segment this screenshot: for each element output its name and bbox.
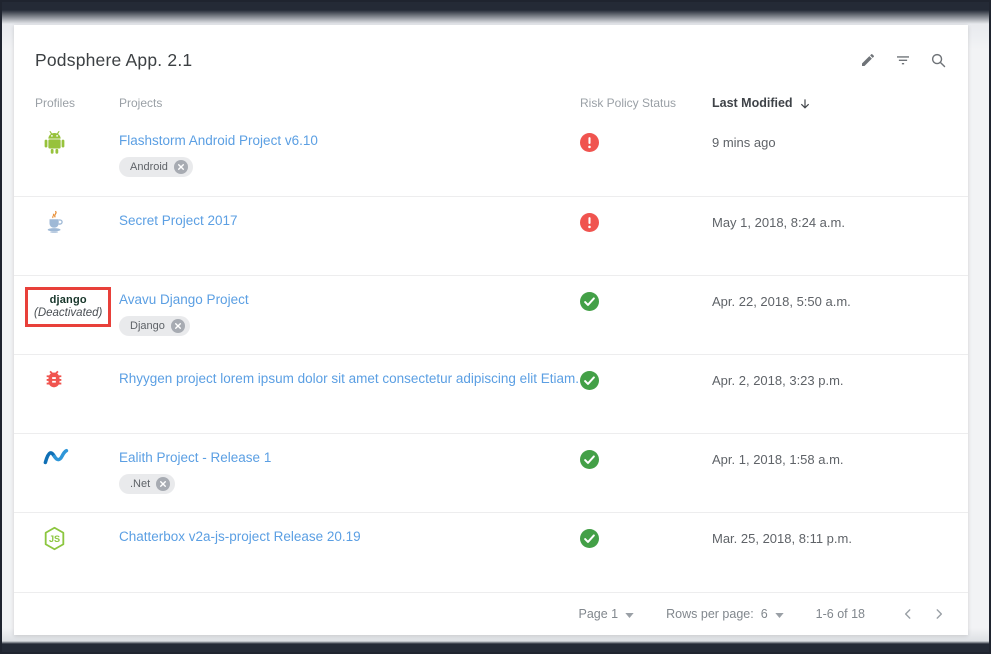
rows-per-page-value: 6 (761, 607, 768, 621)
risk-ok-icon (580, 529, 599, 548)
tag-chip: Django (119, 316, 190, 336)
tag-remove-icon[interactable] (174, 160, 188, 174)
table-row: django (Deactivated) Avavu Django Projec… (14, 275, 968, 354)
tag-label: .Net (130, 478, 150, 490)
column-header-projects: Projects (119, 96, 580, 110)
table-header: Profiles Projects Risk Policy Status Las… (14, 89, 968, 117)
table-row: Secret Project 2017 May 1, 2018, 8:24 a.… (14, 196, 968, 275)
django-logo-text: django (34, 294, 102, 306)
risk-ok-icon (580, 450, 599, 469)
app-window: Podsphere App. 2.1 Profiles Projects Ris… (0, 0, 991, 654)
profile-cell (35, 197, 119, 275)
table-row: Ealith Project - Release 1 .Net Apr. 1, … (14, 433, 968, 512)
tag-chip: Android (119, 157, 193, 177)
dotnet-icon (43, 447, 70, 466)
table-row: JS Chatterbox v2a-js-project Release 20.… (14, 512, 968, 591)
profile-cell (35, 434, 119, 512)
risk-ok-icon (580, 371, 599, 390)
projects-card: Podsphere App. 2.1 Profiles Projects Ris… (14, 25, 968, 635)
modified-cell: May 1, 2018, 8:24 a.m. (712, 197, 947, 275)
previous-page-button[interactable] (901, 607, 915, 621)
project-link[interactable]: Rhyygen project lorem ipsum dolor sit am… (119, 371, 580, 386)
rows-per-page-label: Rows per page: (666, 607, 754, 621)
column-header-profiles: Profiles (35, 96, 119, 110)
project-cell: Rhyygen project lorem ipsum dolor sit am… (119, 355, 580, 433)
project-link[interactable]: Avavu Django Project (119, 292, 580, 307)
modified-cell: Mar. 25, 2018, 8:11 p.m. (712, 513, 947, 591)
table-row: Rhyygen project lorem ipsum dolor sit am… (14, 354, 968, 433)
project-link[interactable]: Flashstorm Android Project v6.10 (119, 133, 580, 148)
nodejs-icon: JS (43, 526, 66, 551)
project-cell: Secret Project 2017 (119, 197, 580, 275)
project-cell: Ealith Project - Release 1 .Net (119, 434, 580, 512)
chevron-down-icon (775, 613, 784, 618)
profile-cell (35, 117, 119, 196)
next-page-button[interactable] (932, 607, 946, 621)
tag-chip: .Net (119, 474, 175, 494)
profile-cell (35, 355, 119, 433)
card-header: Podsphere App. 2.1 (14, 25, 968, 89)
project-cell: Chatterbox v2a-js-project Release 20.19 (119, 513, 580, 591)
status-cell (580, 117, 712, 196)
modified-cell: 9 mins ago (712, 117, 947, 196)
status-cell (580, 434, 712, 512)
modified-cell: Apr. 1, 2018, 1:58 a.m. (712, 434, 947, 512)
project-link[interactable]: Secret Project 2017 (119, 213, 580, 228)
android-icon (43, 130, 66, 155)
profile-cell: JS (35, 513, 119, 591)
table-body: Flashstorm Android Project v6.10 Android… (14, 117, 968, 592)
edit-icon[interactable] (858, 50, 878, 70)
risk-ok-icon (580, 292, 599, 311)
pagination-bar: Page 1 Rows per page: 6 1-6 of 18 (14, 592, 968, 635)
chevron-down-icon (625, 613, 634, 618)
tag-label: Django (130, 320, 165, 332)
row-range-label: 1-6 of 18 (816, 607, 865, 621)
table-row: Flashstorm Android Project v6.10 Android… (14, 117, 968, 196)
sort-descending-icon[interactable] (798, 97, 812, 111)
project-cell: Flashstorm Android Project v6.10 Android (119, 117, 580, 196)
rows-per-page-select[interactable]: Rows per page: 6 (666, 607, 784, 621)
profile-cell: django (Deactivated) (35, 276, 119, 354)
bug-icon (43, 368, 65, 390)
column-header-last-modified[interactable]: Last Modified (712, 96, 947, 111)
modified-cell: Apr. 22, 2018, 5:50 a.m. (712, 276, 947, 354)
tag-label: Android (130, 161, 168, 173)
page-select[interactable]: Page 1 (579, 607, 635, 621)
modified-cell: Apr. 2, 2018, 3:23 p.m. (712, 355, 947, 433)
svg-text:JS: JS (49, 534, 60, 544)
page-title: Podsphere App. 2.1 (35, 50, 192, 71)
page-select-label: Page 1 (579, 607, 619, 621)
risk-alert-icon (580, 133, 599, 152)
status-cell (580, 513, 712, 591)
status-cell (580, 276, 712, 354)
search-icon[interactable] (928, 50, 948, 70)
toolbar (858, 50, 948, 70)
column-header-risk-policy-status: Risk Policy Status (580, 96, 712, 110)
tag-remove-icon[interactable] (156, 477, 170, 491)
filter-icon[interactable] (893, 50, 913, 70)
last-modified-label: Last Modified (712, 96, 793, 110)
project-link[interactable]: Ealith Project - Release 1 (119, 450, 580, 465)
tag-remove-icon[interactable] (171, 319, 185, 333)
django-deactivated-box: django (Deactivated) (25, 287, 111, 327)
project-link[interactable]: Chatterbox v2a-js-project Release 20.19 (119, 529, 580, 544)
java-icon (43, 210, 66, 235)
risk-alert-icon (580, 213, 599, 232)
status-cell (580, 355, 712, 433)
status-cell (580, 197, 712, 275)
page-nav (901, 607, 946, 621)
deactivated-label: (Deactivated) (34, 307, 102, 319)
project-cell: Avavu Django Project Django (119, 276, 580, 354)
